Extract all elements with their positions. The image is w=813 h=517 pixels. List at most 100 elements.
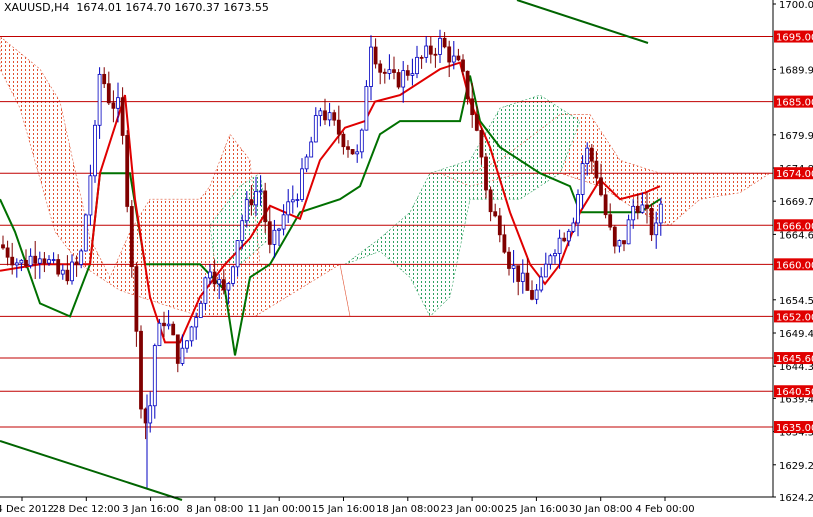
candle-body: [111, 102, 116, 109]
candle-body: [465, 70, 470, 100]
level-label: 1685.00: [776, 98, 813, 109]
candle-body: [185, 340, 189, 349]
candle-body: [162, 322, 166, 327]
candle-body: [19, 259, 24, 264]
y-tick-label: 1654.55: [779, 296, 813, 307]
candle-body: [93, 124, 97, 177]
candle-body: [645, 204, 649, 209]
candle-body: [157, 322, 162, 347]
candle-body: [405, 70, 410, 76]
candle-body: [424, 45, 429, 58]
candle-body: [484, 156, 488, 191]
candle-body: [208, 271, 212, 279]
x-tick-label: 24 Dec 2012: [0, 504, 54, 515]
candle-body: [612, 226, 617, 247]
candle-body: [254, 191, 258, 206]
candle-body: [346, 146, 350, 150]
candle-body: [10, 256, 15, 266]
candle-body: [364, 86, 369, 131]
y-tick-label: 1629.20: [779, 461, 813, 472]
candle-body: [47, 259, 51, 264]
candle-body: [14, 262, 19, 266]
level-label: 1666.00: [776, 221, 813, 232]
candle-body: [263, 190, 268, 223]
candle-body: [649, 207, 654, 236]
candle-body: [33, 255, 38, 264]
candle-body: [387, 69, 392, 74]
candle-body: [497, 215, 502, 236]
candle-body: [658, 203, 663, 224]
candle-body: [580, 163, 585, 195]
candle-body: [470, 98, 475, 116]
candle-body: [189, 326, 194, 342]
candle-body: [139, 330, 143, 410]
candle-body: [622, 240, 626, 245]
candle-body: [635, 205, 640, 213]
candle-body: [304, 156, 309, 170]
x-tick-label: 4 Feb 00:00: [635, 504, 694, 515]
x-tick-label: 28 Dec 12:00: [53, 504, 120, 515]
candle-body: [129, 206, 134, 268]
trendline: [0, 440, 183, 501]
candle-body: [42, 258, 47, 264]
candle-body: [401, 70, 406, 88]
candle-body: [603, 194, 608, 216]
candle-body: [585, 147, 590, 164]
y-tick-label: 1649.45: [779, 329, 813, 340]
candle-body: [479, 129, 484, 158]
candle-body: [60, 269, 65, 275]
x-tick-label: 23 Jan 00:00: [440, 504, 503, 515]
candle-body: [70, 261, 74, 282]
candle-body: [589, 147, 594, 162]
candle-body: [341, 133, 346, 148]
candle-body: [640, 204, 645, 213]
candle-body: [152, 345, 157, 407]
candle-body: [456, 55, 461, 61]
candle-body: [534, 289, 539, 300]
candle-body: [543, 263, 548, 278]
candle-body: [102, 73, 107, 85]
candle-body: [576, 194, 580, 224]
candle-body: [231, 266, 235, 284]
candle-body: [566, 230, 571, 242]
ohlc-values: 1674.01 1674.70 1670.37 1673.55: [76, 1, 269, 14]
candle-body: [415, 56, 419, 75]
candle-body: [217, 279, 222, 285]
x-tick-label: 18 Jan 08:00: [376, 504, 439, 515]
chart-window: 1700.001689.951679.901674.801669.701664.…: [0, 0, 813, 517]
level-label: 1674.00: [776, 169, 813, 180]
price-chart[interactable]: 1700.001689.951679.901674.801669.701664.…: [0, 0, 813, 517]
candle-body: [65, 269, 70, 282]
x-tick-label: 11 Jan 00:00: [248, 504, 311, 515]
level-label: 1695.00: [776, 33, 813, 44]
candle-body: [493, 211, 498, 217]
candle-body: [382, 71, 387, 74]
candle-body: [37, 258, 42, 264]
candle-body: [359, 129, 364, 153]
candle-body: [318, 110, 323, 116]
candle-body: [5, 247, 10, 258]
candle-body: [631, 205, 636, 221]
candle-body: [373, 46, 378, 65]
candle-body: [198, 302, 203, 318]
candle-body: [562, 237, 567, 242]
candle-body: [240, 220, 245, 241]
candle-body: [235, 240, 240, 268]
candle-body: [106, 83, 111, 104]
candle-body: [290, 199, 295, 203]
candle-body: [148, 405, 153, 424]
candle-body: [617, 240, 622, 247]
candle-body: [433, 53, 438, 56]
candle-body: [1, 244, 5, 249]
candle-body: [438, 37, 442, 55]
candle-body: [258, 190, 263, 193]
candle-body: [323, 110, 327, 121]
chart-title: XAUUSD,H4 1674.01 1674.70 1670.37 1673.5…: [4, 1, 269, 14]
candle-body: [226, 282, 231, 291]
candle-body: [286, 201, 291, 216]
y-tick-label: 1700.00: [779, 0, 813, 11]
candle-body: [428, 45, 433, 55]
candle-body: [539, 276, 544, 291]
candle-body: [332, 112, 337, 121]
candle-body: [553, 253, 557, 257]
